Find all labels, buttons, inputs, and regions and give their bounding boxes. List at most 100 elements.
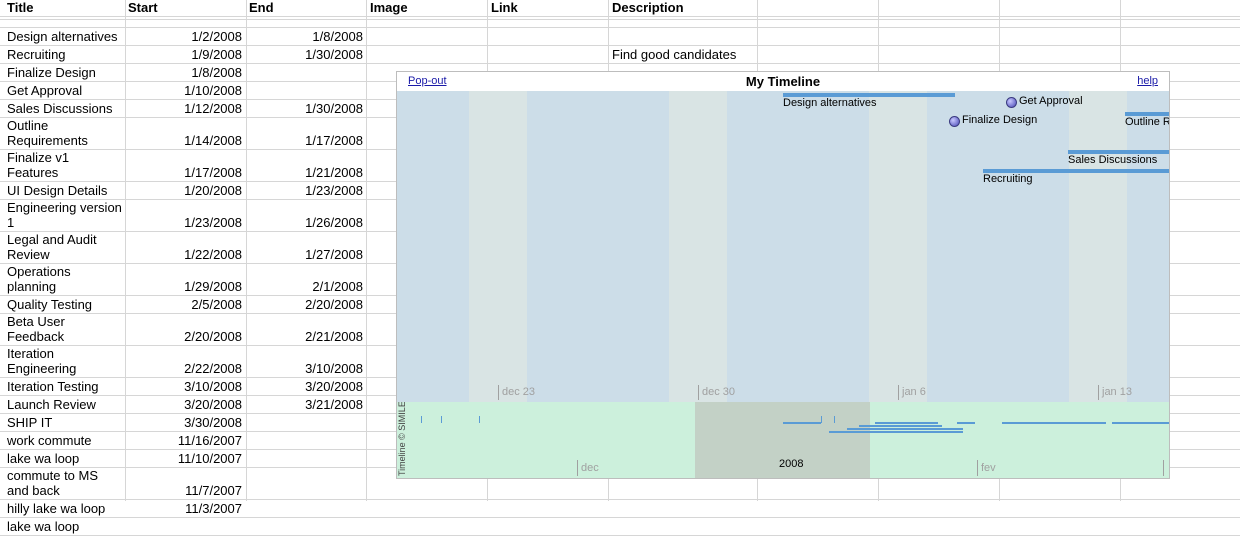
cell-start[interactable]: 2/20/2008 [184, 329, 242, 344]
cell-end[interactable]: 3/10/2008 [305, 361, 363, 376]
cell-title[interactable]: Features [7, 165, 58, 180]
overview-bar [783, 422, 821, 424]
cell-title[interactable]: work commute [7, 433, 92, 448]
cell-end[interactable]: 1/17/2008 [305, 133, 363, 148]
cell-start[interactable]: 11/3/2007 [185, 501, 242, 516]
cell-start[interactable]: 2/5/2008 [191, 297, 242, 312]
event-label-get-approval[interactable]: Get Approval [1019, 95, 1083, 107]
cell-start[interactable]: 11/7/2007 [185, 483, 242, 498]
overview-marker [421, 416, 422, 423]
cell-start[interactable]: 2/22/2008 [184, 361, 242, 376]
cell-title[interactable]: UI Design Details [7, 183, 107, 198]
cell-start[interactable]: 1/8/2008 [191, 65, 242, 80]
overview-tick-label: fev [977, 460, 996, 476]
cell-title[interactable]: Outline [7, 118, 48, 133]
cell-start[interactable]: 3/20/2008 [184, 397, 242, 412]
cell-title[interactable]: Iteration [7, 346, 54, 361]
cell-end[interactable]: 3/20/2008 [305, 379, 363, 394]
cell-start[interactable]: 1/23/2008 [184, 215, 242, 230]
event-dot-get-approval[interactable] [1006, 97, 1017, 108]
cell-end[interactable]: 1/30/2008 [305, 101, 363, 116]
event-label-design-alternatives[interactable]: Design alternatives [783, 97, 877, 109]
cell-end[interactable]: 1/21/2008 [305, 165, 363, 180]
cell-start[interactable]: 1/14/2008 [184, 133, 242, 148]
timeline-widget[interactable]: My Timeline Pop-out help Design alternat… [396, 71, 1170, 479]
cell-end[interactable]: 1/8/2008 [312, 29, 363, 44]
cell-title[interactable]: commute to MS [7, 468, 98, 483]
cell-title[interactable]: hilly lake wa loop [7, 501, 105, 516]
cell-end[interactable]: 2/1/2008 [312, 279, 363, 294]
cell-title[interactable]: Engineering [7, 361, 76, 376]
cell-title[interactable]: and back [7, 483, 60, 498]
grid-column-line [125, 0, 126, 501]
cell-title[interactable]: Iteration Testing [7, 379, 99, 394]
cell-start[interactable]: 1/2/2008 [191, 29, 242, 44]
cell-start[interactable]: 3/30/2008 [184, 415, 242, 430]
cell-start[interactable]: 11/16/2007 [178, 433, 242, 448]
grid-row-line [0, 45, 1240, 46]
cell-title[interactable]: SHIP IT [7, 415, 52, 430]
help-link[interactable]: help [1137, 75, 1158, 87]
overview-marker [834, 416, 835, 423]
cell-title[interactable]: Design alternatives [7, 29, 118, 44]
cell-title[interactable]: Sales Discussions [7, 101, 113, 116]
overview-marker [821, 416, 822, 423]
cell-title[interactable]: Feedback [7, 329, 64, 344]
cell-start[interactable]: 1/20/2008 [184, 183, 242, 198]
cell-end[interactable]: 1/26/2008 [305, 215, 363, 230]
cell-title[interactable]: lake wa loop [7, 519, 79, 534]
cell-end[interactable]: 3/21/2008 [305, 397, 363, 412]
column-header-link[interactable]: Link [491, 0, 518, 15]
cell-start[interactable]: 11/10/2007 [178, 451, 242, 466]
cell-title[interactable]: Finalize v1 [7, 150, 69, 165]
cell-end[interactable]: 1/23/2008 [305, 183, 363, 198]
cell-title[interactable]: Requirements [7, 133, 88, 148]
event-dot-finalize-design[interactable] [949, 116, 960, 127]
cell-title[interactable]: Get Approval [7, 83, 82, 98]
cell-start[interactable]: 1/17/2008 [184, 165, 242, 180]
weekend-shade [1069, 91, 1127, 402]
tick-label: dec 30 [698, 385, 735, 400]
overview-bar [1002, 422, 1106, 424]
cell-description[interactable]: Find good candidates [612, 47, 736, 62]
cell-title[interactable]: Operations [7, 264, 71, 279]
column-header-image[interactable]: Image [370, 0, 408, 15]
cell-start[interactable]: 1/22/2008 [184, 247, 242, 262]
overview-marker [479, 416, 480, 423]
weekend-shade [869, 91, 927, 402]
cell-title[interactable]: Recruiting [7, 47, 66, 62]
cell-end[interactable]: 1/27/2008 [305, 247, 363, 262]
cell-title[interactable]: Engineering version [7, 200, 122, 215]
column-header-start[interactable]: Start [128, 0, 158, 15]
cell-title[interactable]: Beta User [7, 314, 65, 329]
overview-bar [847, 428, 963, 430]
overview-marker [441, 416, 442, 423]
cell-title[interactable]: 1 [7, 215, 14, 230]
cell-title[interactable]: lake wa loop [7, 451, 79, 466]
event-label-outline-requirements[interactable]: Outline R [1125, 116, 1169, 128]
timeline-overview-band[interactable]: Timeline © SIMILE dec 2008 fev [397, 402, 1169, 478]
cell-end[interactable]: 2/20/2008 [305, 297, 363, 312]
cell-title[interactable]: Finalize Design [7, 65, 96, 80]
cell-start[interactable]: 1/9/2008 [191, 47, 242, 62]
cell-title[interactable]: planning [7, 279, 56, 294]
cell-title[interactable]: Launch Review [7, 397, 96, 412]
timeline-detail-band[interactable]: Design alternatives Get Approval Finaliz… [397, 91, 1169, 402]
column-header-description[interactable]: Description [612, 0, 684, 15]
cell-title[interactable]: Quality Testing [7, 297, 92, 312]
cell-start[interactable]: 3/10/2008 [184, 379, 242, 394]
cell-title[interactable]: Review [7, 247, 50, 262]
popout-link[interactable]: Pop-out [408, 75, 447, 87]
column-header-title[interactable]: Title [7, 0, 34, 15]
event-label-recruiting[interactable]: Recruiting [983, 173, 1033, 185]
cell-end[interactable]: 2/21/2008 [305, 329, 363, 344]
cell-start[interactable]: 1/12/2008 [184, 101, 242, 116]
grid-row-line [0, 27, 1240, 28]
cell-end[interactable]: 1/30/2008 [305, 47, 363, 62]
column-header-end[interactable]: End [249, 0, 274, 15]
cell-start[interactable]: 1/10/2008 [184, 83, 242, 98]
cell-start[interactable]: 1/29/2008 [184, 279, 242, 294]
event-label-sales-discussions[interactable]: Sales Discussions [1068, 154, 1157, 166]
cell-title[interactable]: Legal and Audit [7, 232, 97, 247]
event-label-finalize-design[interactable]: Finalize Design [962, 114, 1037, 126]
